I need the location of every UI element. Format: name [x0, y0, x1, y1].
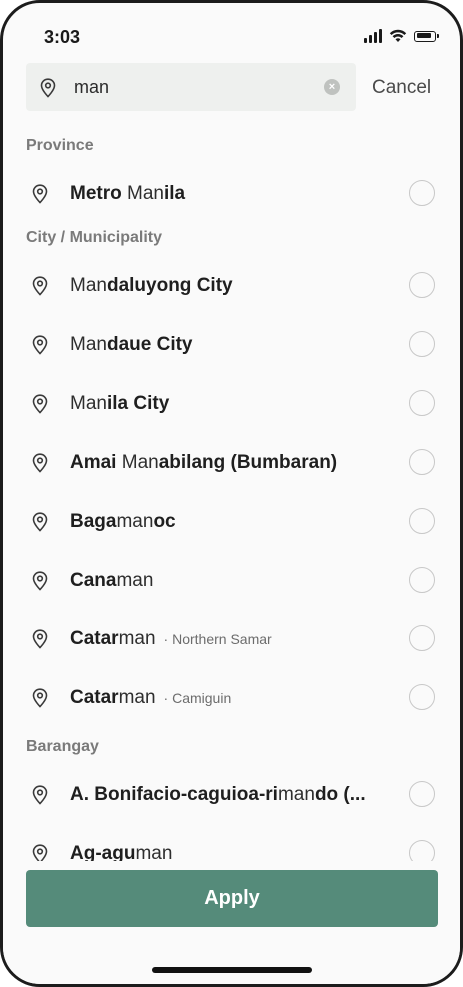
- list-item[interactable]: Mandaluyong City: [3, 258, 460, 316]
- list-item-label: Canaman: [70, 570, 154, 591]
- section-title-city: City / Municipality: [26, 229, 163, 246]
- location-pin-icon: [40, 78, 56, 98]
- list-item[interactable]: Catarman · Camiguin: [3, 670, 460, 728]
- location-pin-icon: [32, 512, 48, 532]
- list-item[interactable]: Metro Manila: [3, 166, 460, 224]
- section-title-barangay: Barangay: [26, 738, 99, 755]
- location-pin-icon: [32, 688, 48, 708]
- list-item[interactable]: Mandaue City: [3, 317, 460, 375]
- clear-icon[interactable]: ×: [324, 79, 340, 95]
- signal-icon: [364, 29, 382, 43]
- list-item-sublabel: · Northern Samar: [163, 631, 272, 647]
- search-value[interactable]: man: [74, 77, 109, 98]
- list-item-label: Amai Manabilang (Bumbaran): [70, 452, 338, 473]
- list-item-label: Manila City: [70, 393, 170, 414]
- list-item-label: Catarman · Northern Samar: [70, 628, 272, 649]
- list-item[interactable]: Catarman · Northern Samar: [3, 611, 460, 669]
- location-pin-icon: [32, 335, 48, 355]
- wifi-icon: [389, 29, 407, 42]
- cancel-button[interactable]: Cancel: [372, 77, 431, 99]
- radio-button[interactable]: [409, 567, 435, 593]
- radio-button[interactable]: [409, 331, 435, 357]
- location-pin-icon: [32, 276, 48, 296]
- radio-button[interactable]: [409, 684, 435, 710]
- list-item[interactable]: Manila City: [3, 376, 460, 434]
- list-item-label: Mandaue City: [70, 334, 193, 355]
- list-item-label: Mandaluyong City: [70, 275, 233, 296]
- list-item[interactable]: Amai Manabilang (Bumbaran): [3, 435, 460, 493]
- location-pin-icon: [32, 453, 48, 473]
- location-pin-icon: [32, 571, 48, 591]
- list-item-label: Catarman · Camiguin: [70, 687, 232, 708]
- radio-button[interactable]: [409, 449, 435, 475]
- location-pin-icon: [32, 394, 48, 414]
- radio-button[interactable]: [409, 180, 435, 206]
- list-item[interactable]: A. Bonifacio-caguioa-rimando (...: [3, 767, 460, 825]
- radio-button[interactable]: [409, 508, 435, 534]
- list-item-label: Metro Manila: [70, 183, 186, 204]
- radio-button[interactable]: [409, 272, 435, 298]
- list-item-label: Bagamanoc: [70, 511, 176, 532]
- apply-footer: Apply: [3, 861, 460, 984]
- radio-button[interactable]: [409, 390, 435, 416]
- location-pin-icon: [32, 184, 48, 204]
- status-icons: [364, 29, 439, 43]
- radio-button[interactable]: [409, 625, 435, 651]
- apply-button[interactable]: Apply: [26, 870, 438, 927]
- radio-button[interactable]: [409, 781, 435, 807]
- list-item[interactable]: Canaman: [3, 553, 460, 611]
- location-pin-icon: [32, 785, 48, 805]
- list-item-label: A. Bonifacio-caguioa-rimando (...: [70, 784, 366, 805]
- list-item[interactable]: Bagamanoc: [3, 494, 460, 552]
- search-input[interactable]: man ×: [26, 63, 356, 111]
- battery-icon: [414, 30, 439, 42]
- list-item-sublabel: · Camiguin: [163, 690, 232, 706]
- status-time: 3:03: [44, 27, 81, 47]
- section-title-province: Province: [26, 137, 94, 154]
- location-pin-icon: [32, 629, 48, 649]
- phone-frame: 3:03 man × Cancel Province Metro Manila: [0, 0, 463, 987]
- status-bar: 3:03: [3, 3, 460, 63]
- home-indicator[interactable]: [152, 967, 312, 973]
